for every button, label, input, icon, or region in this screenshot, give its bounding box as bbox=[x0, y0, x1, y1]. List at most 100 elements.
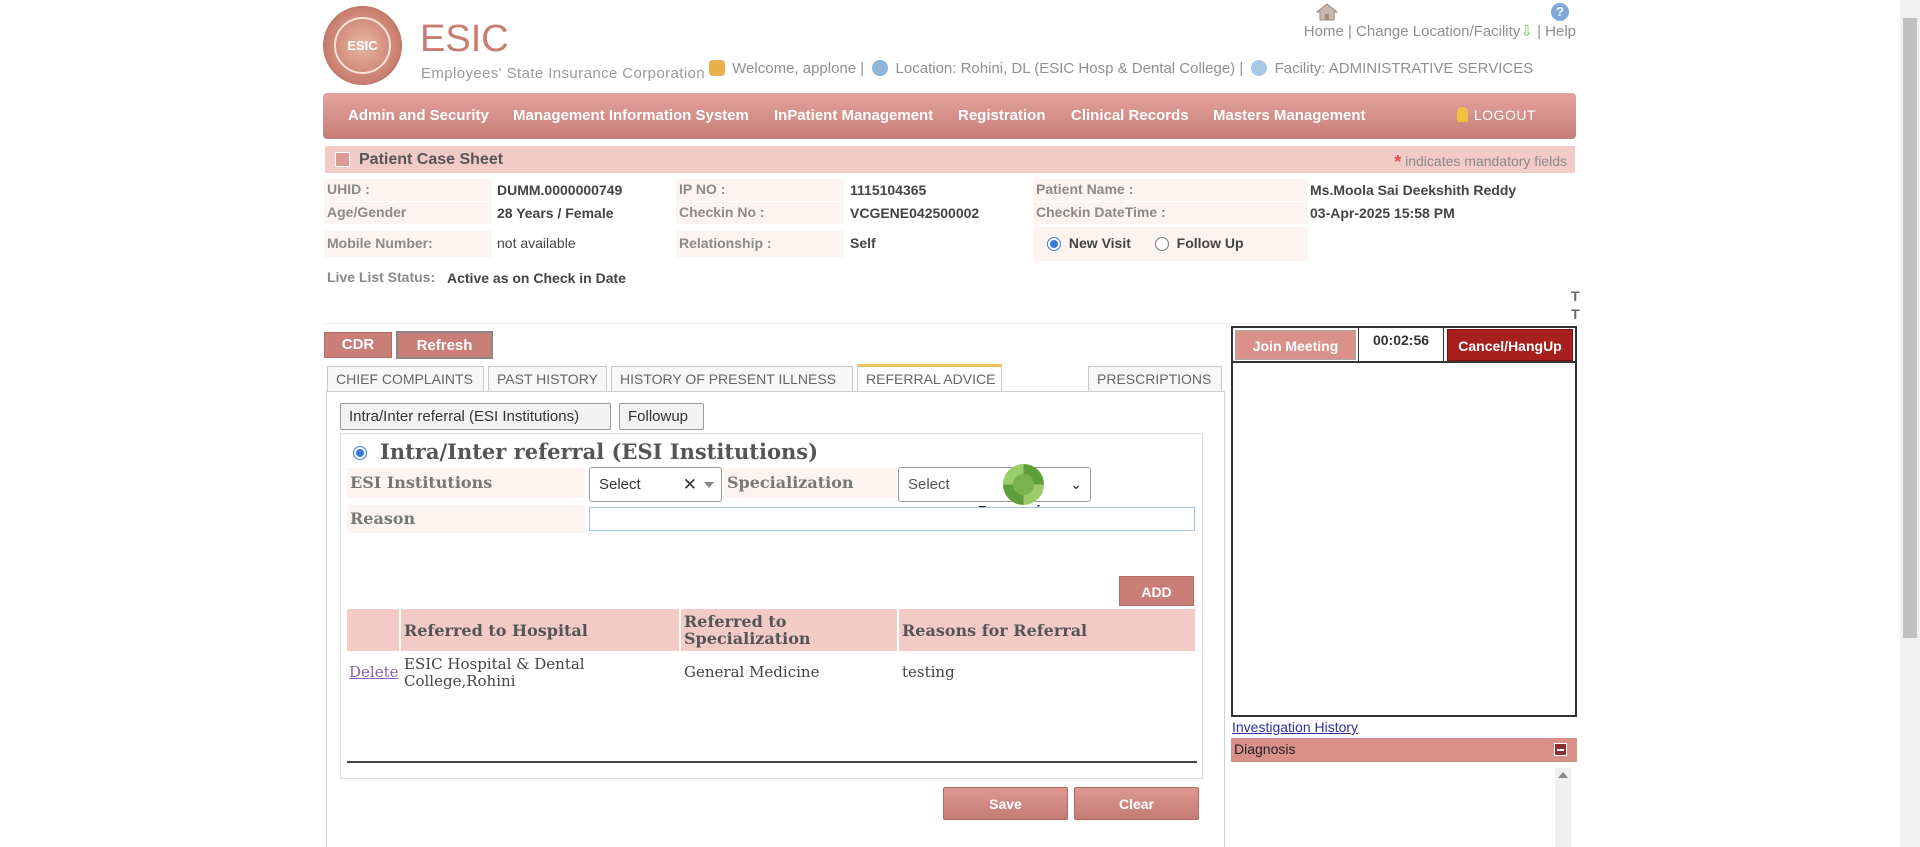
home-icon[interactable] bbox=[1316, 3, 1338, 21]
separator: | bbox=[1347, 23, 1352, 40]
logout-icon bbox=[1456, 107, 1468, 122]
globe-icon bbox=[872, 60, 889, 76]
help-link[interactable]: Help bbox=[1545, 23, 1576, 40]
join-meeting-button[interactable]: Join Meeting bbox=[1235, 330, 1356, 360]
user-info-bar: Welcome, applone | Location: Rohini, DL … bbox=[709, 60, 1533, 77]
mobile-label: Mobile Number: bbox=[324, 231, 492, 257]
meeting-timer: 00:02:56 bbox=[1358, 327, 1444, 363]
reason-input[interactable] bbox=[589, 507, 1195, 531]
home-link[interactable]: Home bbox=[1304, 23, 1344, 40]
help-icon[interactable]: ? bbox=[1551, 3, 1569, 21]
cdr-button[interactable]: CDR bbox=[324, 332, 392, 358]
tab-history-present-illness[interactable]: HISTORY OF PRESENT ILLNESS bbox=[611, 366, 853, 392]
nav-clinical-records[interactable]: Clinical Records bbox=[1071, 107, 1189, 124]
tab-prescriptions[interactable]: PRESCRIPTIONS bbox=[1088, 366, 1222, 392]
mobile-value: not available bbox=[497, 235, 576, 251]
case-sheet-bar: Patient Case Sheet * indicates mandatory… bbox=[325, 146, 1575, 173]
collapse-icon[interactable] bbox=[335, 152, 350, 167]
table-header-reasons: Reasons for Referral bbox=[899, 609, 1195, 651]
logo-text: ESIC bbox=[347, 38, 378, 53]
follow-up-label: Follow Up bbox=[1176, 235, 1244, 251]
reason-label: Reason bbox=[347, 505, 585, 533]
tab-past-history[interactable]: PAST HISTORY bbox=[488, 366, 607, 392]
cancel-hangup-button[interactable]: Cancel/HangUp bbox=[1447, 329, 1573, 361]
diagnosis-scrollbar[interactable] bbox=[1555, 768, 1571, 847]
brand-name: ESIC bbox=[420, 18, 509, 60]
esi-institutions-value: Select bbox=[599, 476, 641, 493]
logout-button[interactable]: LOGOUT bbox=[1456, 107, 1536, 123]
clear-x-icon[interactable]: ✕ bbox=[683, 475, 697, 495]
tab-chief-complaints[interactable]: CHIEF COMPLAINTS bbox=[327, 366, 484, 392]
relationship-label: Relationship : bbox=[676, 231, 844, 257]
main-nav: Admin and Security Management Informatio… bbox=[323, 93, 1576, 139]
checkin-datetime-value: 03-Apr-2025 15:58 PM bbox=[1310, 205, 1455, 221]
chevron-down-icon: ⌄ bbox=[1070, 476, 1082, 492]
tab-referral-advice[interactable]: REFERRAL ADVICE bbox=[857, 364, 1002, 392]
cell-reason: testing bbox=[902, 663, 955, 681]
ipno-value: 1115104365 bbox=[850, 182, 927, 198]
loading-spinner-icon bbox=[1003, 464, 1044, 505]
nav-registration[interactable]: Registration bbox=[958, 107, 1046, 124]
follow-up-radio[interactable] bbox=[1154, 237, 1169, 252]
save-button[interactable]: Save bbox=[943, 787, 1068, 820]
live-list-label: Live List Status: bbox=[324, 267, 442, 289]
delete-link[interactable]: Delete bbox=[349, 664, 398, 681]
table-header-specialization: Referred to Specialization bbox=[681, 609, 897, 651]
nav-mis[interactable]: Management Information System bbox=[513, 107, 749, 124]
divider bbox=[323, 323, 1576, 324]
patient-name-value: Ms.Moola Sai Deekshith Reddy bbox=[1310, 182, 1517, 198]
nav-admin-security[interactable]: Admin and Security bbox=[348, 107, 489, 124]
case-sheet-title: Patient Case Sheet bbox=[359, 151, 504, 168]
table-header-blank bbox=[347, 609, 399, 651]
scroll-up-icon[interactable] bbox=[1558, 772, 1568, 778]
change-location-link[interactable]: Change Location/Facility bbox=[1356, 23, 1520, 40]
ipno-label: IP NO : bbox=[676, 179, 844, 201]
esi-institutions-label: ESI Institutions bbox=[347, 468, 585, 498]
add-button[interactable]: ADD bbox=[1119, 576, 1194, 606]
specialization-value: Select bbox=[908, 476, 950, 493]
top-links: Home | Change Location/Facility⇩ | Help bbox=[1304, 22, 1576, 40]
minimize-icon[interactable] bbox=[1554, 743, 1567, 756]
mandatory-asterisk: * bbox=[1394, 152, 1402, 172]
facility-text: Facility: ADMINISTRATIVE SERVICES bbox=[1274, 60, 1534, 77]
visit-type-group: New Visit Follow Up bbox=[1033, 227, 1308, 261]
followup-button[interactable]: Followup bbox=[619, 403, 704, 430]
uhid-label: UHID : bbox=[324, 179, 492, 201]
separator: | bbox=[1537, 23, 1541, 40]
clear-button[interactable]: Clear bbox=[1074, 787, 1199, 820]
nav-masters[interactable]: Masters Management bbox=[1213, 107, 1366, 124]
user-icon bbox=[709, 60, 725, 76]
arrow-down-icon: ⇩ bbox=[1520, 23, 1533, 40]
checkin-datetime-label: Checkin DateTime : bbox=[1033, 202, 1308, 224]
location-text: Location: Rohini, DL (ESIC Hosp & Dental… bbox=[895, 60, 1244, 77]
diagnosis-title: Diagnosis bbox=[1234, 741, 1296, 757]
logout-label: LOGOUT bbox=[1473, 107, 1536, 123]
new-visit-label: New Visit bbox=[1068, 235, 1131, 251]
table-header-hospital: Referred to Hospital bbox=[401, 609, 679, 651]
new-visit-radio[interactable] bbox=[1047, 237, 1061, 252]
specialization-select[interactable]: Select ⌄ bbox=[898, 467, 1091, 502]
welcome-text: Welcome, applone | bbox=[732, 60, 865, 77]
nav-inpatient[interactable]: InPatient Management bbox=[774, 107, 933, 124]
cell-hospital: ESIC Hospital & Dental College,Rohini bbox=[404, 655, 585, 690]
checkin-no-label: Checkin No : bbox=[676, 202, 844, 224]
page-scroll-thumb[interactable] bbox=[1903, 18, 1917, 638]
mandatory-note-text: indicates mandatory fields bbox=[1405, 153, 1567, 169]
cell-specialization: General Medicine bbox=[684, 663, 820, 681]
intra-inter-referral-button[interactable]: Intra/Inter referral (ESI Institutions) bbox=[340, 403, 611, 430]
refresh-button[interactable]: Refresh bbox=[396, 331, 493, 359]
relationship-value: Self bbox=[850, 235, 876, 251]
page: ESIC ESIC Employees' State Insurance Cor… bbox=[0, 0, 1920, 847]
diagnosis-header: Diagnosis bbox=[1231, 738, 1577, 762]
referral-section-title: Intra/Inter referral (ESI Institutions) bbox=[380, 439, 819, 464]
clock-icon bbox=[1251, 60, 1268, 76]
age-gender-value: 28 Years / Female bbox=[497, 205, 614, 221]
specialization-label: Specialization bbox=[724, 468, 897, 498]
age-gender-label: Age/Gender bbox=[324, 202, 492, 224]
brand-subtitle: Employees' State Insurance Corporation bbox=[421, 65, 706, 82]
patient-name-label: Patient Name : bbox=[1033, 179, 1308, 201]
investigation-history-link[interactable]: Investigation History bbox=[1232, 719, 1358, 735]
mandatory-note: * indicates mandatory fields bbox=[1394, 152, 1567, 173]
intra-inter-radio[interactable] bbox=[353, 445, 367, 460]
esi-institutions-select[interactable]: Select ✕ bbox=[589, 467, 722, 502]
